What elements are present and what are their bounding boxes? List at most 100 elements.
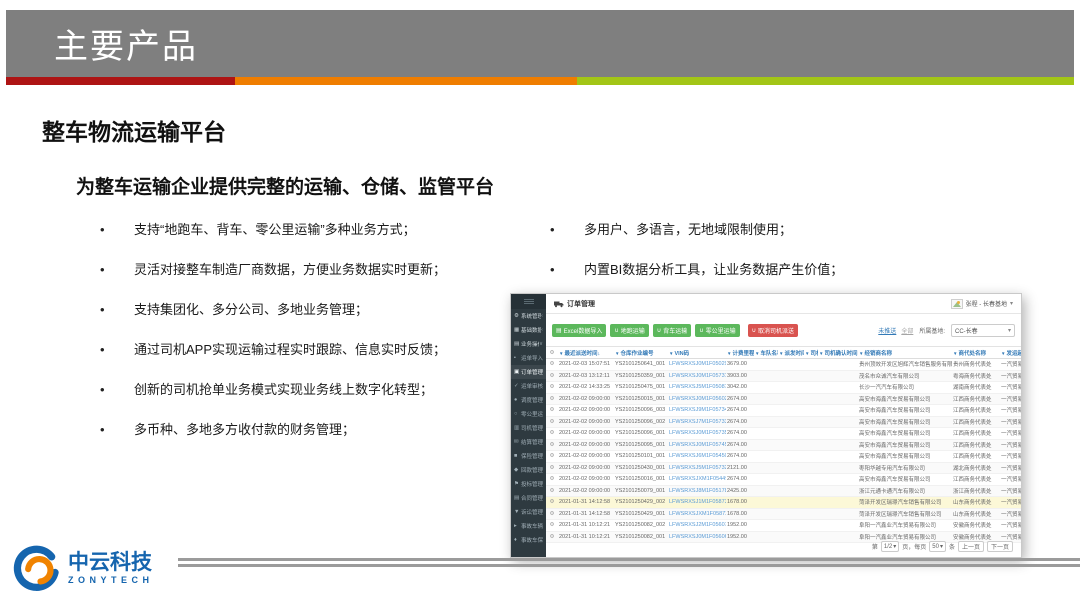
bullet-dot-icon: • (100, 382, 134, 398)
sidebar-item-system[interactable]: ⚙系统管理‹ (511, 309, 546, 323)
row-settings-icon[interactable]: ⚙ (546, 462, 558, 474)
table-row[interactable]: ⚙2021-02-02 09:00:00YS2101250430_001LFWS… (546, 462, 1021, 474)
sidebar-item-accident-insurance[interactable]: ♦事故车保险管理 (511, 533, 546, 547)
vin-link[interactable]: LFWSRXSJ0M1F05735 (668, 428, 726, 440)
sidebar-item-lawsuit[interactable]: ▼诉讼管理 (511, 505, 546, 519)
row-settings-icon[interactable]: ⚙ (546, 382, 558, 394)
sidebar-item-basedata[interactable]: ▦基础数据‹ (511, 323, 546, 337)
table-cell: 山东商务代表处 (952, 508, 1000, 520)
vin-link[interactable]: LFWSRXSJXM1F05449 (668, 474, 726, 486)
row-settings-icon[interactable]: ⚙ (546, 531, 558, 543)
tab-all[interactable]: 全部 (901, 326, 913, 335)
table-cell (804, 474, 818, 486)
table-row[interactable]: ⚙2021-02-02 09:00:00YS2101250079_001LFWS… (546, 485, 1021, 497)
sidebar-item-waybill-audit[interactable]: ✓运单审核 (511, 379, 546, 393)
sidebar-item-contract[interactable]: ▤合同管理 (511, 491, 546, 505)
vin-link[interactable]: LFWSRXSJ5M1F05732 (668, 462, 726, 474)
vin-link[interactable]: LFWSRXSJ1M1F05873 (668, 497, 726, 509)
tab-unpushed[interactable]: 未推送 (878, 326, 896, 335)
excel-import-button[interactable]: ▤Excel数据导入 (552, 324, 606, 337)
sidebar-item-label: 运单导入日志 (521, 354, 543, 362)
table-row[interactable]: ⚙2021-02-02 09:00:00YS2101250096_003LFWS… (546, 405, 1021, 417)
table-row[interactable]: ⚙2021-02-02 09:00:00YS2101250015_001LFWS… (546, 393, 1021, 405)
table-cell (778, 508, 804, 520)
row-settings-icon[interactable]: ⚙ (546, 451, 558, 463)
table-row[interactable]: ⚙2021-02-02 09:00:00YS2101250096_002LFWS… (546, 416, 1021, 428)
bullet-item: •支持集团化、多分公司、多地业务管理； (100, 302, 520, 318)
sidebar-item-import-log[interactable]: ▪运单导入日志 (511, 351, 546, 365)
vin-link[interactable]: LFWSRXSJ9M1F05734 (668, 405, 726, 417)
row-settings-icon[interactable]: ⚙ (546, 416, 558, 428)
bullet-item: •支持“地跑车、背车、零公里运输”多种业务方式； (100, 222, 520, 238)
sidebar-item-drivers[interactable]: ▥司机管理 (511, 421, 546, 435)
row-settings-icon[interactable]: ⚙ (546, 520, 558, 532)
dipao-button[interactable]: ∪地跑运输 (610, 324, 648, 337)
table-row[interactable]: ⚙2021-01-31 10:12:21YS2101250082_002LFWS… (546, 520, 1021, 532)
vin-link[interactable]: LFWSRXSJ5M1F05087 (668, 382, 726, 394)
beiche-button[interactable]: ∪背车运输 (653, 324, 691, 337)
row-settings-icon[interactable]: ⚙ (546, 497, 558, 509)
app-toolbar: ▤Excel数据导入∪地跑运输∪背车运输∪零公里运输∪取消司机派送 未推送全部 … (546, 319, 1021, 341)
table-row[interactable]: ⚙2021-02-02 09:00:00YS2101250096_001LFWS… (546, 428, 1021, 440)
sidebar-item-zero-km[interactable]: ○零公里运输 (511, 407, 546, 421)
sidebar-item-label: 诉讼管理 (521, 508, 543, 516)
table-row[interactable]: ⚙2021-02-03 15:07:51YS2101250641_001LFWS… (546, 359, 1021, 371)
accident-vehicle-icon: ▸ (514, 523, 521, 529)
table-row[interactable]: ⚙2021-02-03 13:12:11YS2101250359_001LFWS… (546, 370, 1021, 382)
sidebar-item-accident-vehicle[interactable]: ▸事故车辆管理 (511, 519, 546, 533)
vin-link[interactable]: LFWSRXSJ0M1F05602 (668, 393, 726, 405)
row-settings-icon[interactable]: ⚙ (546, 405, 558, 417)
base-select[interactable]: CC-长春 ▾ (951, 324, 1015, 337)
page-select-value: 1/2 (884, 544, 892, 550)
row-settings-icon[interactable]: ⚙ (546, 370, 558, 382)
bullet-text: 多币种、多地多方收付款的财务管理； (134, 422, 355, 438)
vin-link[interactable]: LFWSRXSJ8M1F05178 (668, 485, 726, 497)
row-settings-icon[interactable]: ⚙ (546, 439, 558, 451)
row-settings-icon[interactable]: ⚙ (546, 359, 558, 371)
table-cell (778, 462, 804, 474)
table-cell (804, 370, 818, 382)
next-page-button[interactable]: 下一页 (987, 541, 1013, 552)
vin-link[interactable]: LFWSRXSJ2M1F05607 (668, 520, 726, 532)
vin-link[interactable]: LFWSRXSJ0M1F05745 (668, 439, 726, 451)
table-row[interactable]: ⚙2021-02-02 09:00:00YS2101250101_001LFWS… (546, 451, 1021, 463)
table-cell (778, 531, 804, 543)
row-settings-icon[interactable]: ⚙ (546, 428, 558, 440)
table-cell (778, 428, 804, 440)
sidebar-item-dispatch[interactable]: ●调度管理 (511, 393, 546, 407)
zero-km-button[interactable]: ∪零公里运输 (695, 324, 739, 337)
table-cell (804, 393, 818, 405)
table-row[interactable]: ⚙2021-02-02 09:00:00YS2101250095_001LFWS… (546, 439, 1021, 451)
sidebar-item-settlement[interactable]: ✉结算管理 (511, 435, 546, 449)
table-cell: 3679.00 (726, 359, 754, 371)
sidebar-item-ops[interactable]: ▤业务操作∨ (511, 337, 546, 351)
sidebar-item-orders[interactable]: ▣订单管理 (511, 365, 546, 379)
row-settings-icon[interactable]: ⚙ (546, 393, 558, 405)
vin-link[interactable]: LFWSRXSJ7M1F05733 (668, 416, 726, 428)
header-banner: 主要产品 (6, 10, 1074, 77)
sidebar-item-bidding[interactable]: ⚑投标管理 (511, 477, 546, 491)
vin-link[interactable]: LFWSRXSJ6M1F05450 (668, 451, 726, 463)
prev-page-button[interactable]: 上一页 (958, 541, 984, 552)
table-row[interactable]: ⚙2021-02-02 14:33:25YS2101250475_001LFWS… (546, 382, 1021, 394)
table-cell: 贵州顶效开发区旭辉汽车销售服务有限公司 (858, 359, 952, 371)
table-row[interactable]: ⚙2021-01-31 14:12:58YS2101250429_002LFWS… (546, 497, 1021, 509)
table-cell (754, 370, 778, 382)
cancel-driver-button[interactable]: ∪取消司机派送 (748, 324, 798, 337)
row-settings-icon[interactable]: ⚙ (546, 485, 558, 497)
column-header-label: 派发时间 (784, 351, 804, 357)
sidebar-item-payment[interactable]: ◆回款管理 (511, 463, 546, 477)
vin-link[interactable]: LFWSRXSJ0M1F05606 (668, 531, 726, 543)
row-settings-icon[interactable]: ⚙ (546, 508, 558, 520)
vin-link[interactable]: LFWSRXSJXM1F05872 (668, 508, 726, 520)
sidebar-item-insurance[interactable]: ■保险管理 (511, 449, 546, 463)
table-cell (804, 462, 818, 474)
vin-link[interactable]: LFWSRXSJ0M1F05731 (668, 370, 726, 382)
user-menu[interactable]: 张程 - 长春基地 ▾ (951, 299, 1013, 309)
page-select[interactable]: 1/2 ▾ (881, 541, 899, 552)
table-row[interactable]: ⚙2021-01-31 14:12:58YS2101250429_001LFWS… (546, 508, 1021, 520)
page-size-select[interactable]: 50 ▾ (929, 541, 946, 552)
row-settings-icon[interactable]: ⚙ (546, 474, 558, 486)
vin-link[interactable]: LFWSRXSJ0M1F05029 (668, 359, 726, 371)
table-row[interactable]: ⚙2021-02-02 09:00:00YS2101250016_001LFWS… (546, 474, 1021, 486)
